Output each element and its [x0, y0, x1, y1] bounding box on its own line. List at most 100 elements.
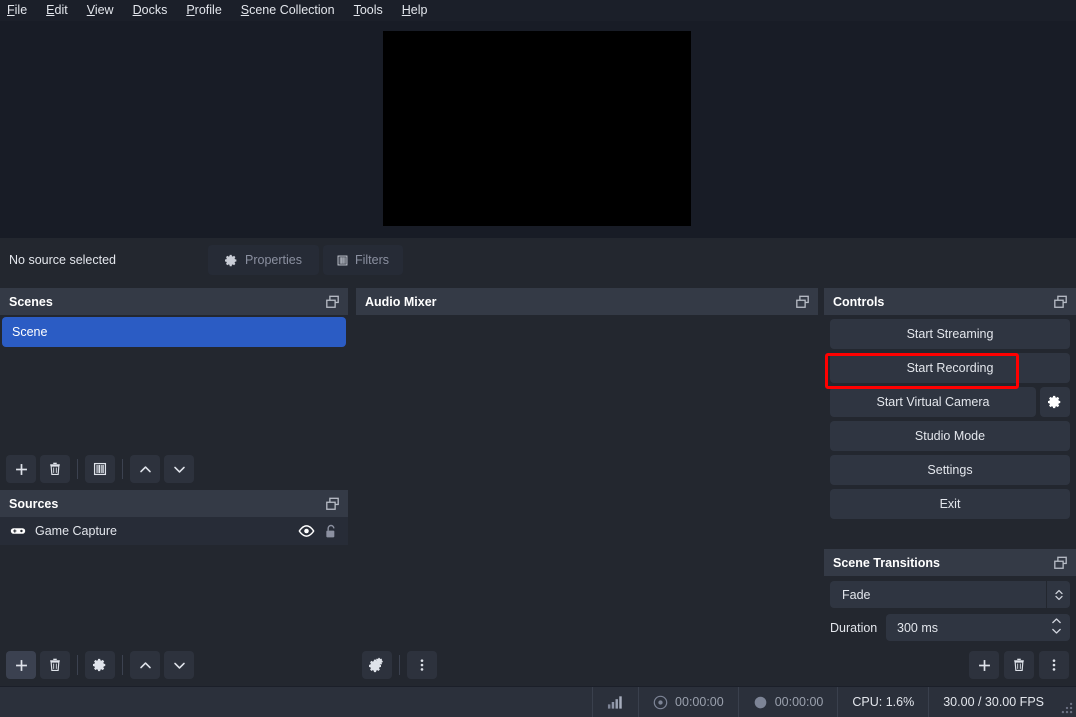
controls-dock-body: Start Streaming Start Recording Start Vi…	[824, 315, 1076, 549]
preview-canvas[interactable]	[383, 31, 691, 226]
audio-mixer-dock-body	[356, 315, 818, 686]
scenes-dock-body: Scene	[0, 315, 348, 490]
sources-list[interactable]: Game Capture	[0, 517, 348, 644]
sources-toolbar	[0, 644, 348, 686]
scene-transitions-dock-body: Fade Duration 300 ms	[824, 576, 1076, 686]
filters-button[interactable]: Filters	[323, 245, 403, 275]
status-signal-cell	[592, 686, 638, 717]
resize-grip[interactable]	[1060, 701, 1074, 715]
audio-mixer-toolbar	[356, 644, 818, 686]
gear-icon	[1048, 395, 1061, 409]
add-scene-button[interactable]	[6, 455, 36, 483]
move-down-icon	[173, 662, 185, 669]
scenes-toolbar	[0, 448, 348, 490]
toolbar-separator	[122, 459, 123, 479]
duration-value: 300 ms	[897, 620, 938, 635]
settings-button[interactable]: Settings	[830, 455, 1070, 485]
menu-view[interactable]: View	[87, 0, 124, 21]
preview-area[interactable]	[0, 21, 1076, 238]
remove-source-button[interactable]	[40, 651, 70, 679]
move-down-icon	[173, 466, 185, 473]
studio-mode-button[interactable]: Studio Mode	[830, 421, 1070, 451]
float-dock-icon[interactable]	[1053, 556, 1068, 570]
float-dock-icon[interactable]	[325, 497, 340, 511]
float-dock-icon[interactable]	[325, 295, 340, 309]
scene-filters-button[interactable]	[85, 455, 115, 483]
status-fps-cell: 30.00 / 30.00 FPS	[928, 686, 1058, 717]
float-dock-icon[interactable]	[795, 295, 810, 309]
filters-icon	[93, 462, 107, 476]
move-scene-down-button[interactable]	[164, 455, 194, 483]
scenes-dock-title: Scenes	[0, 288, 348, 315]
add-transition-button[interactable]	[969, 651, 999, 679]
sources-dock-title: Sources	[0, 490, 348, 517]
scene-item-label: Scene	[12, 325, 48, 339]
audio-mixer-channel-list	[356, 315, 818, 644]
properties-button[interactable]: Properties	[208, 245, 319, 275]
sources-dock: Sources Game Capture	[0, 490, 348, 686]
source-item-label: Game Capture	[35, 524, 117, 538]
menu-bar: File Edit View Docks Profile Scene Colle…	[0, 0, 1076, 21]
remove-transition-button[interactable]	[1004, 651, 1034, 679]
gamepad-icon	[10, 528, 26, 534]
scene-transitions-dock-title: Scene Transitions	[824, 549, 1076, 576]
virtual-camera-row: Start Virtual Camera	[830, 387, 1070, 417]
remove-scene-button[interactable]	[40, 455, 70, 483]
remove-icon	[50, 658, 60, 671]
start-recording-button[interactable]: Start Recording	[830, 353, 1070, 383]
audio-mixer-dock: Audio Mixer	[356, 288, 818, 686]
spinner-down-icon[interactable]	[1051, 627, 1062, 635]
duration-spinbox[interactable]: 300 ms	[886, 614, 1070, 641]
source-properties-button[interactable]	[85, 651, 115, 679]
menu-help[interactable]: Help	[402, 0, 438, 21]
properties-button-label: Properties	[245, 253, 302, 267]
obs-main-window: File Edit View Docks Profile Scene Colle…	[0, 0, 1076, 717]
menu-scene-collection[interactable]: Scene Collection	[241, 0, 345, 21]
menu-edit[interactable]: Edit	[46, 0, 78, 21]
sources-title-label: Sources	[9, 496, 59, 511]
add-source-button[interactable]	[6, 651, 36, 679]
move-source-down-button[interactable]	[164, 651, 194, 679]
signal-bars-icon	[607, 696, 622, 709]
add-icon	[15, 463, 27, 475]
audio-mixer-title-label: Audio Mixer	[365, 294, 437, 309]
record-dot-icon	[754, 696, 767, 708]
scene-list-item[interactable]: Scene	[2, 317, 346, 347]
fps-label: 30.00 / 30.00 FPS	[943, 695, 1044, 709]
spinner-up-icon[interactable]	[1051, 617, 1062, 625]
toolbar-separator	[122, 655, 123, 675]
advanced-audio-gear-icon	[369, 657, 383, 673]
status-cpu-cell: CPU: 1.6%	[837, 686, 928, 717]
move-up-icon	[139, 465, 151, 472]
scene-transitions-dock: Scene Transitions Fade Duration 300 ms	[824, 549, 1076, 686]
toolbar-separator	[399, 655, 400, 675]
float-dock-icon[interactable]	[1053, 295, 1068, 309]
exit-button[interactable]: Exit	[830, 489, 1070, 519]
move-source-up-button[interactable]	[130, 651, 160, 679]
eye-visible-icon[interactable]	[298, 524, 315, 538]
audio-mixer-menu-button[interactable]	[407, 651, 437, 679]
advanced-audio-properties-button[interactable]	[362, 651, 392, 679]
transition-menu-button[interactable]	[1039, 651, 1069, 679]
virtual-camera-settings-button[interactable]	[1040, 387, 1070, 417]
transition-select[interactable]: Fade	[830, 581, 1046, 608]
filters-button-label: Filters	[354, 253, 389, 267]
lock-unlocked-icon[interactable]	[324, 524, 338, 539]
transition-select-arrows[interactable]	[1046, 581, 1070, 608]
scene-transitions-title-label: Scene Transitions	[833, 555, 940, 570]
menu-dots-icon	[1052, 659, 1056, 671]
cpu-usage-label: CPU: 1.6%	[852, 695, 915, 709]
start-streaming-button[interactable]: Start Streaming	[830, 319, 1070, 349]
menu-tools[interactable]: Tools	[354, 0, 393, 21]
move-scene-up-button[interactable]	[130, 455, 160, 483]
menu-profile[interactable]: Profile	[186, 0, 231, 21]
start-recording-wrapper: Start Recording	[824, 353, 1076, 389]
duration-spinner-arrows[interactable]	[1051, 617, 1062, 635]
start-virtual-camera-button[interactable]: Start Virtual Camera	[830, 387, 1036, 417]
scenes-list[interactable]: Scene	[0, 315, 348, 448]
menu-docks[interactable]: Docks	[133, 0, 178, 21]
gear-icon	[93, 658, 106, 672]
menu-file[interactable]: File	[7, 0, 37, 21]
scene-transitions-toolbar	[824, 644, 1076, 686]
source-list-item[interactable]: Game Capture	[0, 517, 348, 545]
